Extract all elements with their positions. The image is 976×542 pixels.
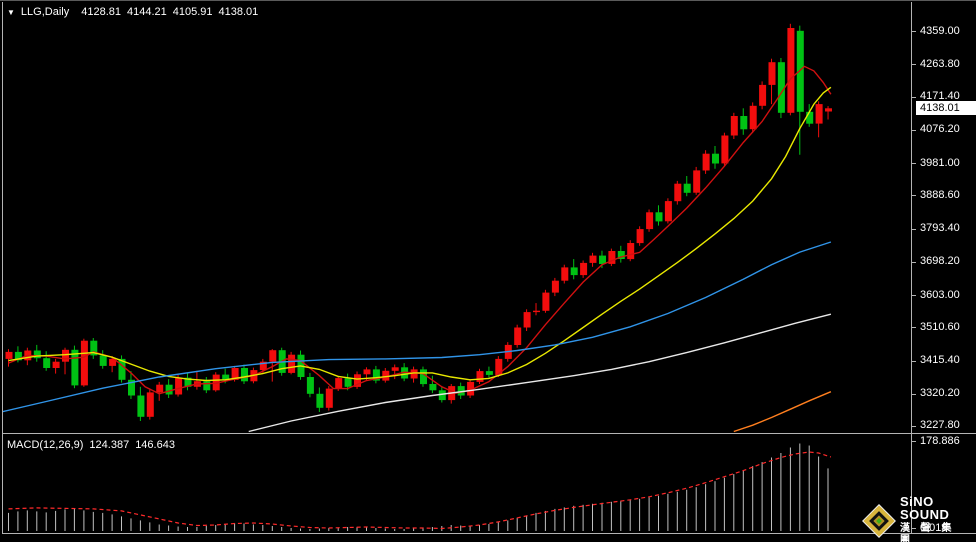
price-axis-label: 3510.60 [920,321,960,334]
macd-axis-max: 178.886 [920,435,960,448]
price-axis-label-tick [911,97,916,98]
ma-fast-red-line [9,66,831,393]
price-axis-label: 3320.20 [920,387,960,400]
price-axis-label-tick [911,394,916,395]
current-price-tag: 4138.01 [916,101,976,115]
price-axis-label-tick [911,195,916,196]
price-axis-label: 4263.80 [920,58,960,71]
ohlc-high: 4144.21 [127,6,167,19]
candles-layer[interactable] [6,24,833,421]
price-axis-label: 4359.00 [920,25,960,38]
price-axis-label-tick [911,262,916,263]
candlestick-chart[interactable] [3,2,911,433]
macd-signal-value: 146.643 [135,439,175,452]
symbol-dropdown-icon[interactable]: ▼ [7,6,15,19]
price-axis-label-tick [911,163,916,164]
ma-yellow-line [9,87,831,380]
watermark-title: SiNO SOUND [900,495,976,521]
macd-indicator-name: MACD(12,26,9) [7,439,83,452]
price-axis-label: 3888.60 [920,189,960,202]
chart-bottom-border [2,533,976,534]
price-axis-label: 3603.00 [920,289,960,302]
price-axis-line[interactable] [911,2,912,533]
ohlc-open: 4128.81 [81,6,121,19]
mt4-chart-window: ▼ LLG,Daily 4128.81 4144.21 4105.91 4138… [0,0,976,542]
price-axis-label-tick [911,361,916,362]
price-axis-label-tick [911,130,916,131]
chart-left-border [2,2,3,533]
price-axis-label: 3698.20 [920,255,960,268]
price-axis-label: 4076.20 [920,123,960,136]
price-axis-label-tick [911,426,916,427]
price-axis-label-tick [911,229,916,230]
price-axis-label: 3227.80 [920,419,960,432]
ma-orange-line [734,392,831,432]
sino-sound-logo-icon [862,504,896,538]
price-axis-label-tick [911,31,916,32]
macd-axis-min: 0.019 [920,522,948,535]
macd-axis-min-tick [911,528,916,529]
macd-info-bar: MACD(12,26,9) 124.387 146.643 [7,439,175,452]
price-axis-label-tick [911,64,916,65]
price-axis-label: 3793.40 [920,222,960,235]
macd-bars-layer[interactable] [8,444,829,532]
ohlc-low: 4105.91 [173,6,213,19]
ohlc-close: 4138.01 [219,6,259,19]
symbol-title: LLG,Daily [21,6,69,19]
price-axis-label: 3981.00 [920,157,960,170]
price-axis-label-tick [911,327,916,328]
window-top-border [0,0,976,1]
price-axis-label: 3415.40 [920,354,960,367]
broker-watermark: SiNO SOUND 漢 聲 集 團 [862,495,976,542]
symbol-info-bar: ▼ LLG,Daily 4128.81 4144.21 4105.91 4138… [7,6,258,19]
macd-main-value: 124.387 [89,439,129,452]
macd-axis-max-tick [911,441,916,442]
pane-splitter[interactable] [2,433,976,434]
ma-blue-line [3,242,831,412]
macd-signal-line [9,452,831,529]
price-axis-label-tick [911,295,916,296]
